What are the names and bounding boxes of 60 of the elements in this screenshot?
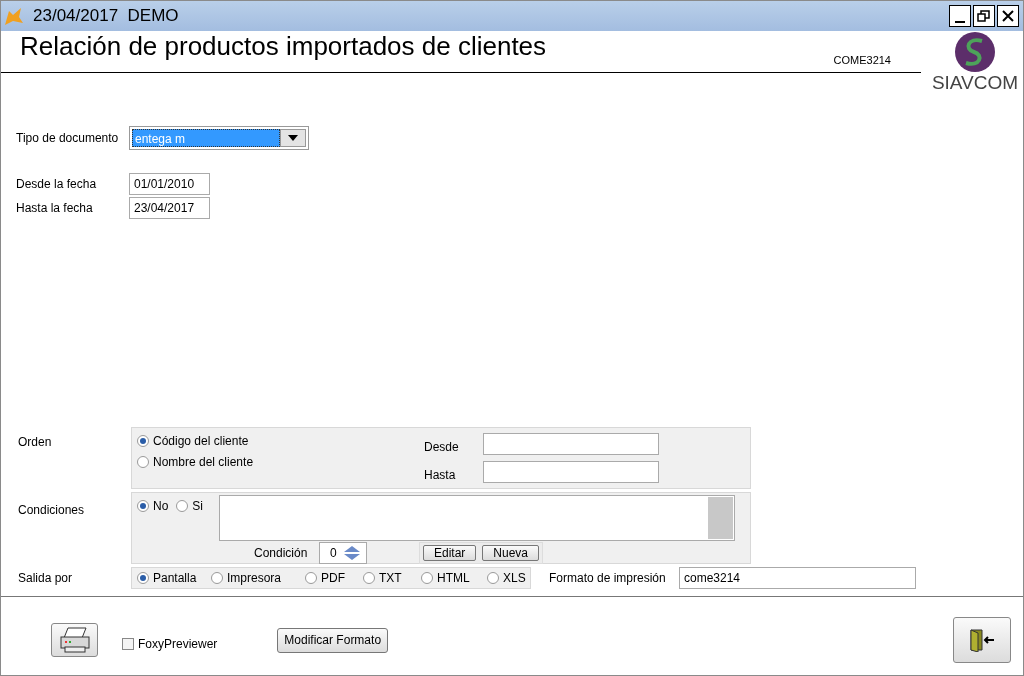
exit-button[interactable] [953,617,1011,663]
form-code: COME3214 [833,52,891,68]
radio-button[interactable] [487,572,499,584]
foxy-previewer-checkbox[interactable]: FoxyPreviewer [122,635,218,653]
radio-button[interactable] [176,500,189,512]
radio-button[interactable] [137,500,149,512]
print-button[interactable] [51,623,98,657]
caret-icon [288,135,298,141]
section-label: Condiciones [18,502,86,519]
minimize-icon [955,21,965,23]
field-label: Hasta [424,467,457,484]
radio-option[interactable]: PDF [305,569,363,587]
radio-button[interactable] [137,572,149,584]
date-field[interactable]: 01/01/2010 [129,173,210,195]
modify-format-button[interactable]: Modificar Formato [277,627,389,653]
close-button[interactable] [997,5,1019,27]
radio-button[interactable] [137,456,149,468]
window-title: 23/04/2017 DEMO [33,5,179,28]
print-format-field[interactable]: come3214 [679,567,916,589]
close-icon [1001,9,1015,23]
printer-icon [57,626,92,654]
action-button[interactable]: Editar [423,545,477,561]
date-field[interactable]: 23/04/2017 [129,197,210,219]
section-label: Salida por [18,570,74,587]
radio-option[interactable]: Impresora [211,569,305,587]
radio-option[interactable]: Pantalla [137,569,211,587]
condition-spinner[interactable]: 0 [319,542,367,564]
text-field[interactable] [483,461,659,483]
radio-option[interactable]: XLS [487,569,527,587]
field-label: Desde la fecha [16,176,98,193]
restore-button[interactable] [973,5,995,27]
radio-button[interactable] [421,572,433,584]
field-label: Formato de impresión [549,570,667,587]
radio-option[interactable]: Si [176,499,203,513]
conditions-textarea[interactable] [219,495,735,541]
action-button[interactable]: Nueva [482,545,540,561]
radio-option[interactable]: Código del cliente [137,432,424,450]
checkbox[interactable] [122,638,134,650]
door-exit-icon [968,628,996,652]
field-label: Desde [424,439,460,456]
radio-button[interactable] [137,435,149,447]
radio-option[interactable]: TXT [363,569,421,587]
minimize-button[interactable] [949,5,971,27]
logo-text: SIAVCOM [931,73,1019,93]
text-field[interactable] [483,433,659,455]
fox-icon [3,5,25,27]
radio-button[interactable] [305,572,317,584]
restore-icon [977,9,991,23]
field-label: Condición [254,545,309,562]
radio-button[interactable] [211,572,223,584]
radio-option[interactable]: HTML [421,569,487,587]
field-label: Tipo de documento [16,130,120,147]
spinner-arrows-icon [342,544,362,562]
radio-option[interactable]: Nombre del cliente [137,453,424,471]
radio-option[interactable]: No [137,499,169,513]
radio-button[interactable] [363,572,375,584]
scrollbar[interactable] [708,497,733,539]
page-heading: Relación de productos importados de clientes [20,31,547,63]
section-label: Orden [18,434,53,451]
field-label: Hasta la fecha [16,200,94,217]
